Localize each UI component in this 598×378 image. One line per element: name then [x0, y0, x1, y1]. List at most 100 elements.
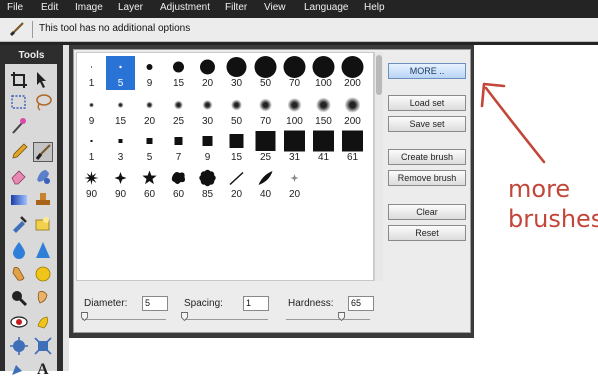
brush-grid-scrollbar[interactable] [374, 52, 383, 281]
diameter-input[interactable]: 5 [142, 296, 168, 311]
diameter-label: Diameter: [84, 298, 128, 309]
menu-edit[interactable]: Edit [41, 2, 58, 13]
crop-icon[interactable] [9, 70, 29, 90]
smudge-icon[interactable] [9, 264, 29, 284]
brush-tool-icon[interactable] [33, 142, 53, 162]
spacing-input[interactable]: 1 [243, 296, 269, 311]
gradient-icon[interactable] [9, 190, 29, 210]
load-set-button[interactable]: Load set [388, 95, 466, 111]
brush-cell[interactable]: 90 [77, 167, 106, 201]
brush-cell[interactable]: 1 [77, 56, 106, 90]
brush-cell[interactable]: 61 [338, 130, 367, 164]
brush-cell-selected[interactable]: 5 [106, 56, 135, 90]
red-eye-icon[interactable] [9, 312, 29, 332]
brush-cell[interactable]: 3 [106, 130, 135, 164]
bloat-icon[interactable] [9, 336, 29, 356]
menu-filter[interactable]: Filter [225, 2, 247, 13]
diameter-track[interactable] [82, 319, 166, 320]
stamp-icon[interactable] [33, 190, 53, 210]
type-mask-icon[interactable] [33, 214, 53, 234]
brush-cell[interactable]: 40 [251, 167, 280, 201]
options-message: This tool has no additional options [39, 23, 191, 34]
spacing-slider-handle[interactable] [181, 312, 188, 321]
hardness-slider-handle[interactable] [337, 312, 345, 321]
remove-brush-button[interactable]: Remove brush [388, 170, 466, 186]
save-set-button[interactable]: Save set [388, 116, 466, 132]
brush-size-label: 30 [230, 78, 243, 89]
pen-icon[interactable] [9, 358, 29, 378]
wand-icon[interactable] [9, 116, 29, 136]
brush-cell[interactable]: 60 [164, 167, 193, 201]
eraser-icon[interactable] [9, 166, 29, 186]
reset-button[interactable]: Reset [388, 225, 466, 241]
brush-cell[interactable]: 1 [77, 130, 106, 164]
marquee-icon[interactable] [9, 92, 29, 112]
brush-cell[interactable]: 20 [280, 167, 309, 201]
brush-cell[interactable]: 15 [106, 94, 135, 128]
brush-cell[interactable]: 100 [280, 94, 309, 128]
hardness-track[interactable] [286, 319, 370, 320]
type-icon[interactable]: A [33, 358, 53, 378]
brush-cell[interactable]: 85 [193, 167, 222, 201]
lasso-icon[interactable] [33, 92, 53, 112]
menu-layer[interactable]: Layer [118, 2, 143, 13]
create-brush-button[interactable]: Create brush [388, 149, 466, 165]
menu-view[interactable]: View [264, 2, 286, 13]
brush-cell[interactable]: 20 [135, 94, 164, 128]
brush-cell[interactable]: 9 [135, 56, 164, 90]
brush-shape-icon [231, 99, 242, 111]
menu-image[interactable]: Image [75, 2, 103, 13]
brush-size-label: 50 [259, 78, 272, 89]
brush-size-label: 70 [259, 116, 272, 127]
menu-help[interactable]: Help [364, 2, 385, 13]
brush-cell[interactable]: 60 [135, 167, 164, 201]
more-button[interactable]: MORE .. [388, 63, 466, 79]
menu-file[interactable]: File [7, 2, 23, 13]
dodge-icon[interactable] [33, 288, 53, 308]
brush-cell[interactable]: 5 [135, 130, 164, 164]
blur-icon[interactable] [9, 240, 29, 260]
menu-language[interactable]: Language [304, 2, 349, 13]
hardness-input[interactable]: 65 [348, 296, 374, 311]
brush-cell[interactable]: 70 [280, 56, 309, 90]
brush-cell[interactable]: 20 [193, 56, 222, 90]
clear-button[interactable]: Clear [388, 204, 466, 220]
brush-cell[interactable]: 15 [222, 130, 251, 164]
brush-cell[interactable]: 90 [106, 167, 135, 201]
zoom-icon[interactable] [9, 288, 29, 308]
burn-icon[interactable] [33, 312, 53, 332]
brush-shape-icon [142, 170, 157, 185]
color-picker-icon[interactable] [9, 214, 29, 234]
brush-cell[interactable]: 25 [164, 94, 193, 128]
scrollbar-thumb[interactable] [376, 55, 382, 95]
brush-shape-icon [89, 102, 94, 108]
brush-cell[interactable]: 30 [222, 56, 251, 90]
brush-cell[interactable]: 15 [164, 56, 193, 90]
sponge-icon[interactable] [33, 264, 53, 284]
diameter-slider-handle[interactable] [80, 312, 88, 321]
pencil-icon[interactable] [9, 142, 29, 162]
brush-cell[interactable]: 20 [222, 167, 251, 201]
brush-cell[interactable]: 25 [251, 130, 280, 164]
brush-cell[interactable]: 30 [193, 94, 222, 128]
brush-cell[interactable]: 200 [338, 56, 367, 90]
sharpen-icon[interactable] [33, 240, 53, 260]
brush-cell[interactable]: 7 [164, 130, 193, 164]
pinch-icon[interactable] [33, 336, 53, 356]
brush-cell[interactable]: 150 [309, 94, 338, 128]
brush-cell[interactable]: 70 [251, 94, 280, 128]
menu-adjustment[interactable]: Adjustment [160, 2, 210, 13]
spacing-track[interactable] [184, 319, 268, 320]
brush-cell[interactable]: 50 [251, 56, 280, 90]
brush-cell[interactable]: 200 [338, 94, 367, 128]
replace-color-icon[interactable] [33, 166, 53, 186]
move-icon[interactable] [33, 70, 53, 90]
brush-cell[interactable]: 100 [309, 56, 338, 90]
brush-cell[interactable]: 50 [222, 94, 251, 128]
brush-cell[interactable]: 31 [280, 130, 309, 164]
brush-size-label: 15 [114, 116, 127, 127]
brush-cell[interactable]: 9 [193, 130, 222, 164]
brush-shape-icon [173, 61, 184, 73]
brush-cell[interactable]: 41 [309, 130, 338, 164]
brush-cell[interactable]: 9 [77, 94, 106, 128]
